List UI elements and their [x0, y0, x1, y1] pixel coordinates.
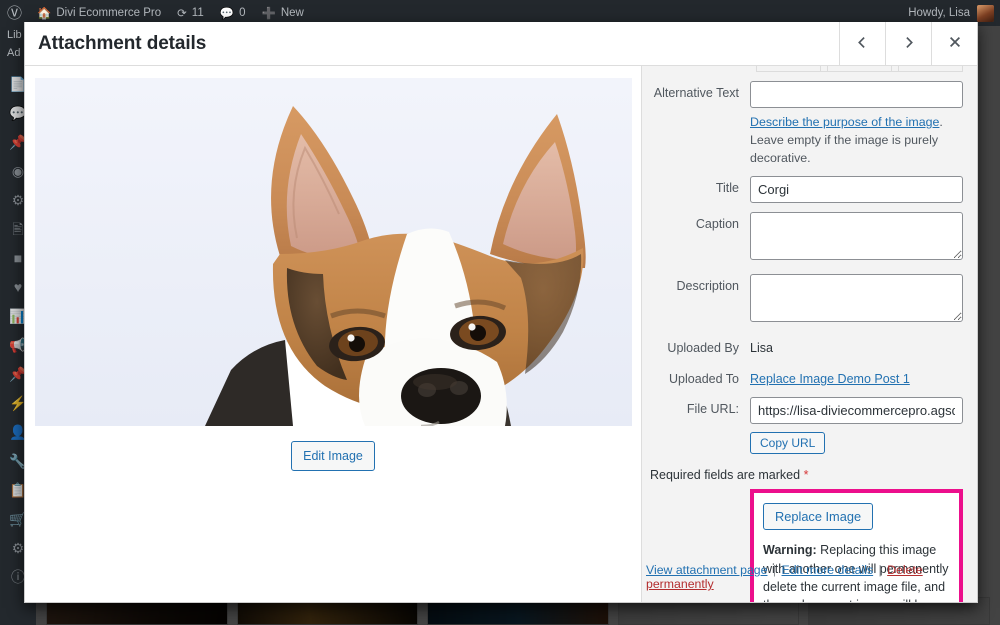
uploaded-to-row: Uploaded To Replace Image Demo Post 1 — [646, 367, 963, 389]
next-attachment-button[interactable] — [885, 22, 931, 65]
uploaded-by-label: Uploaded By — [646, 336, 750, 358]
view-attachment-page-link[interactable]: View attachment page — [646, 563, 767, 577]
description-label: Description — [646, 274, 750, 296]
required-fields-text: Required fields are marked — [650, 468, 800, 482]
attachment-details-pane: Alternative Text Describe the purpose of… — [641, 66, 977, 602]
uploaded-to-label: Uploaded To — [646, 367, 750, 389]
caption-label: Caption — [646, 212, 750, 234]
wp-admin-page: Ⓥ 🏠 Divi Ecommerce Pro ⟳ 11 💬 0 ➕ New Ho… — [0, 0, 1000, 625]
caption-textarea[interactable] — [750, 212, 963, 260]
attachment-details-modal: Attachment details — [24, 22, 978, 603]
chevron-left-icon — [856, 34, 869, 54]
account-menu[interactable]: Howdy, Lisa — [908, 5, 1000, 22]
site-name-label: Divi Ecommerce Pro — [56, 7, 161, 19]
link-separator: | — [771, 563, 778, 577]
howdy-label: Howdy, Lisa — [908, 7, 970, 19]
warning-label: Warning: — [763, 543, 817, 557]
uploaded-by-row: Uploaded By Lisa — [646, 336, 963, 358]
close-modal-button[interactable] — [931, 22, 977, 65]
comments-count: 0 — [239, 7, 245, 19]
required-fields-note: Required fields are marked * — [650, 468, 963, 482]
attachment-footer-links: View attachment page | Edit more details… — [646, 563, 977, 591]
required-asterisk: * — [804, 468, 809, 482]
home-icon: 🏠 — [37, 6, 51, 20]
close-x-icon — [948, 34, 962, 54]
link-separator: | — [877, 563, 884, 577]
page-title: Attachment details — [25, 22, 839, 65]
edit-more-details-link[interactable]: Edit more details — [782, 563, 874, 577]
alt-text-label: Alternative Text — [646, 81, 750, 103]
copy-url-button[interactable]: Copy URL — [750, 432, 825, 454]
alt-text-input[interactable] — [750, 81, 963, 108]
scrolled-row-partial — [756, 66, 963, 72]
title-input[interactable] — [750, 176, 963, 203]
updates-icon: ⟳ — [177, 6, 187, 20]
file-url-row: File URL: Copy URL — [646, 397, 963, 454]
attachment-preview-pane: Edit Image — [25, 66, 641, 602]
alt-text-field-row: Alternative Text Describe the purpose of… — [646, 81, 963, 167]
attachment-image — [35, 78, 632, 426]
caption-field-row: Caption — [646, 212, 963, 265]
file-url-label: File URL: — [646, 397, 750, 419]
new-label: New — [281, 7, 304, 19]
avatar — [977, 5, 994, 22]
edit-image-button[interactable]: Edit Image — [291, 441, 375, 471]
describe-purpose-link[interactable]: Describe the purpose of the image — [750, 115, 939, 129]
alt-text-help: Describe the purpose of the image. Leave… — [750, 113, 963, 167]
modal-header: Attachment details — [25, 22, 977, 66]
description-textarea[interactable] — [750, 274, 963, 322]
comment-icon: 💬 — [220, 6, 234, 20]
plus-icon: ➕ — [261, 6, 275, 20]
chevron-right-icon — [902, 34, 915, 54]
description-field-row: Description — [646, 274, 963, 327]
previous-attachment-button[interactable] — [839, 22, 885, 65]
file-url-input[interactable] — [750, 397, 963, 424]
replace-image-button[interactable]: Replace Image — [763, 503, 873, 530]
title-field-row: Title — [646, 176, 963, 203]
updates-count: 11 — [192, 7, 204, 19]
corgi-photo-illustration — [35, 78, 632, 426]
uploaded-to-link[interactable]: Replace Image Demo Post 1 — [750, 372, 910, 386]
wordpress-logo-icon: Ⓥ — [7, 6, 22, 21]
uploaded-by-value: Lisa — [750, 336, 963, 358]
modal-body: Edit Image Alternative Text Describe the… — [25, 66, 977, 602]
title-label: Title — [646, 176, 750, 198]
